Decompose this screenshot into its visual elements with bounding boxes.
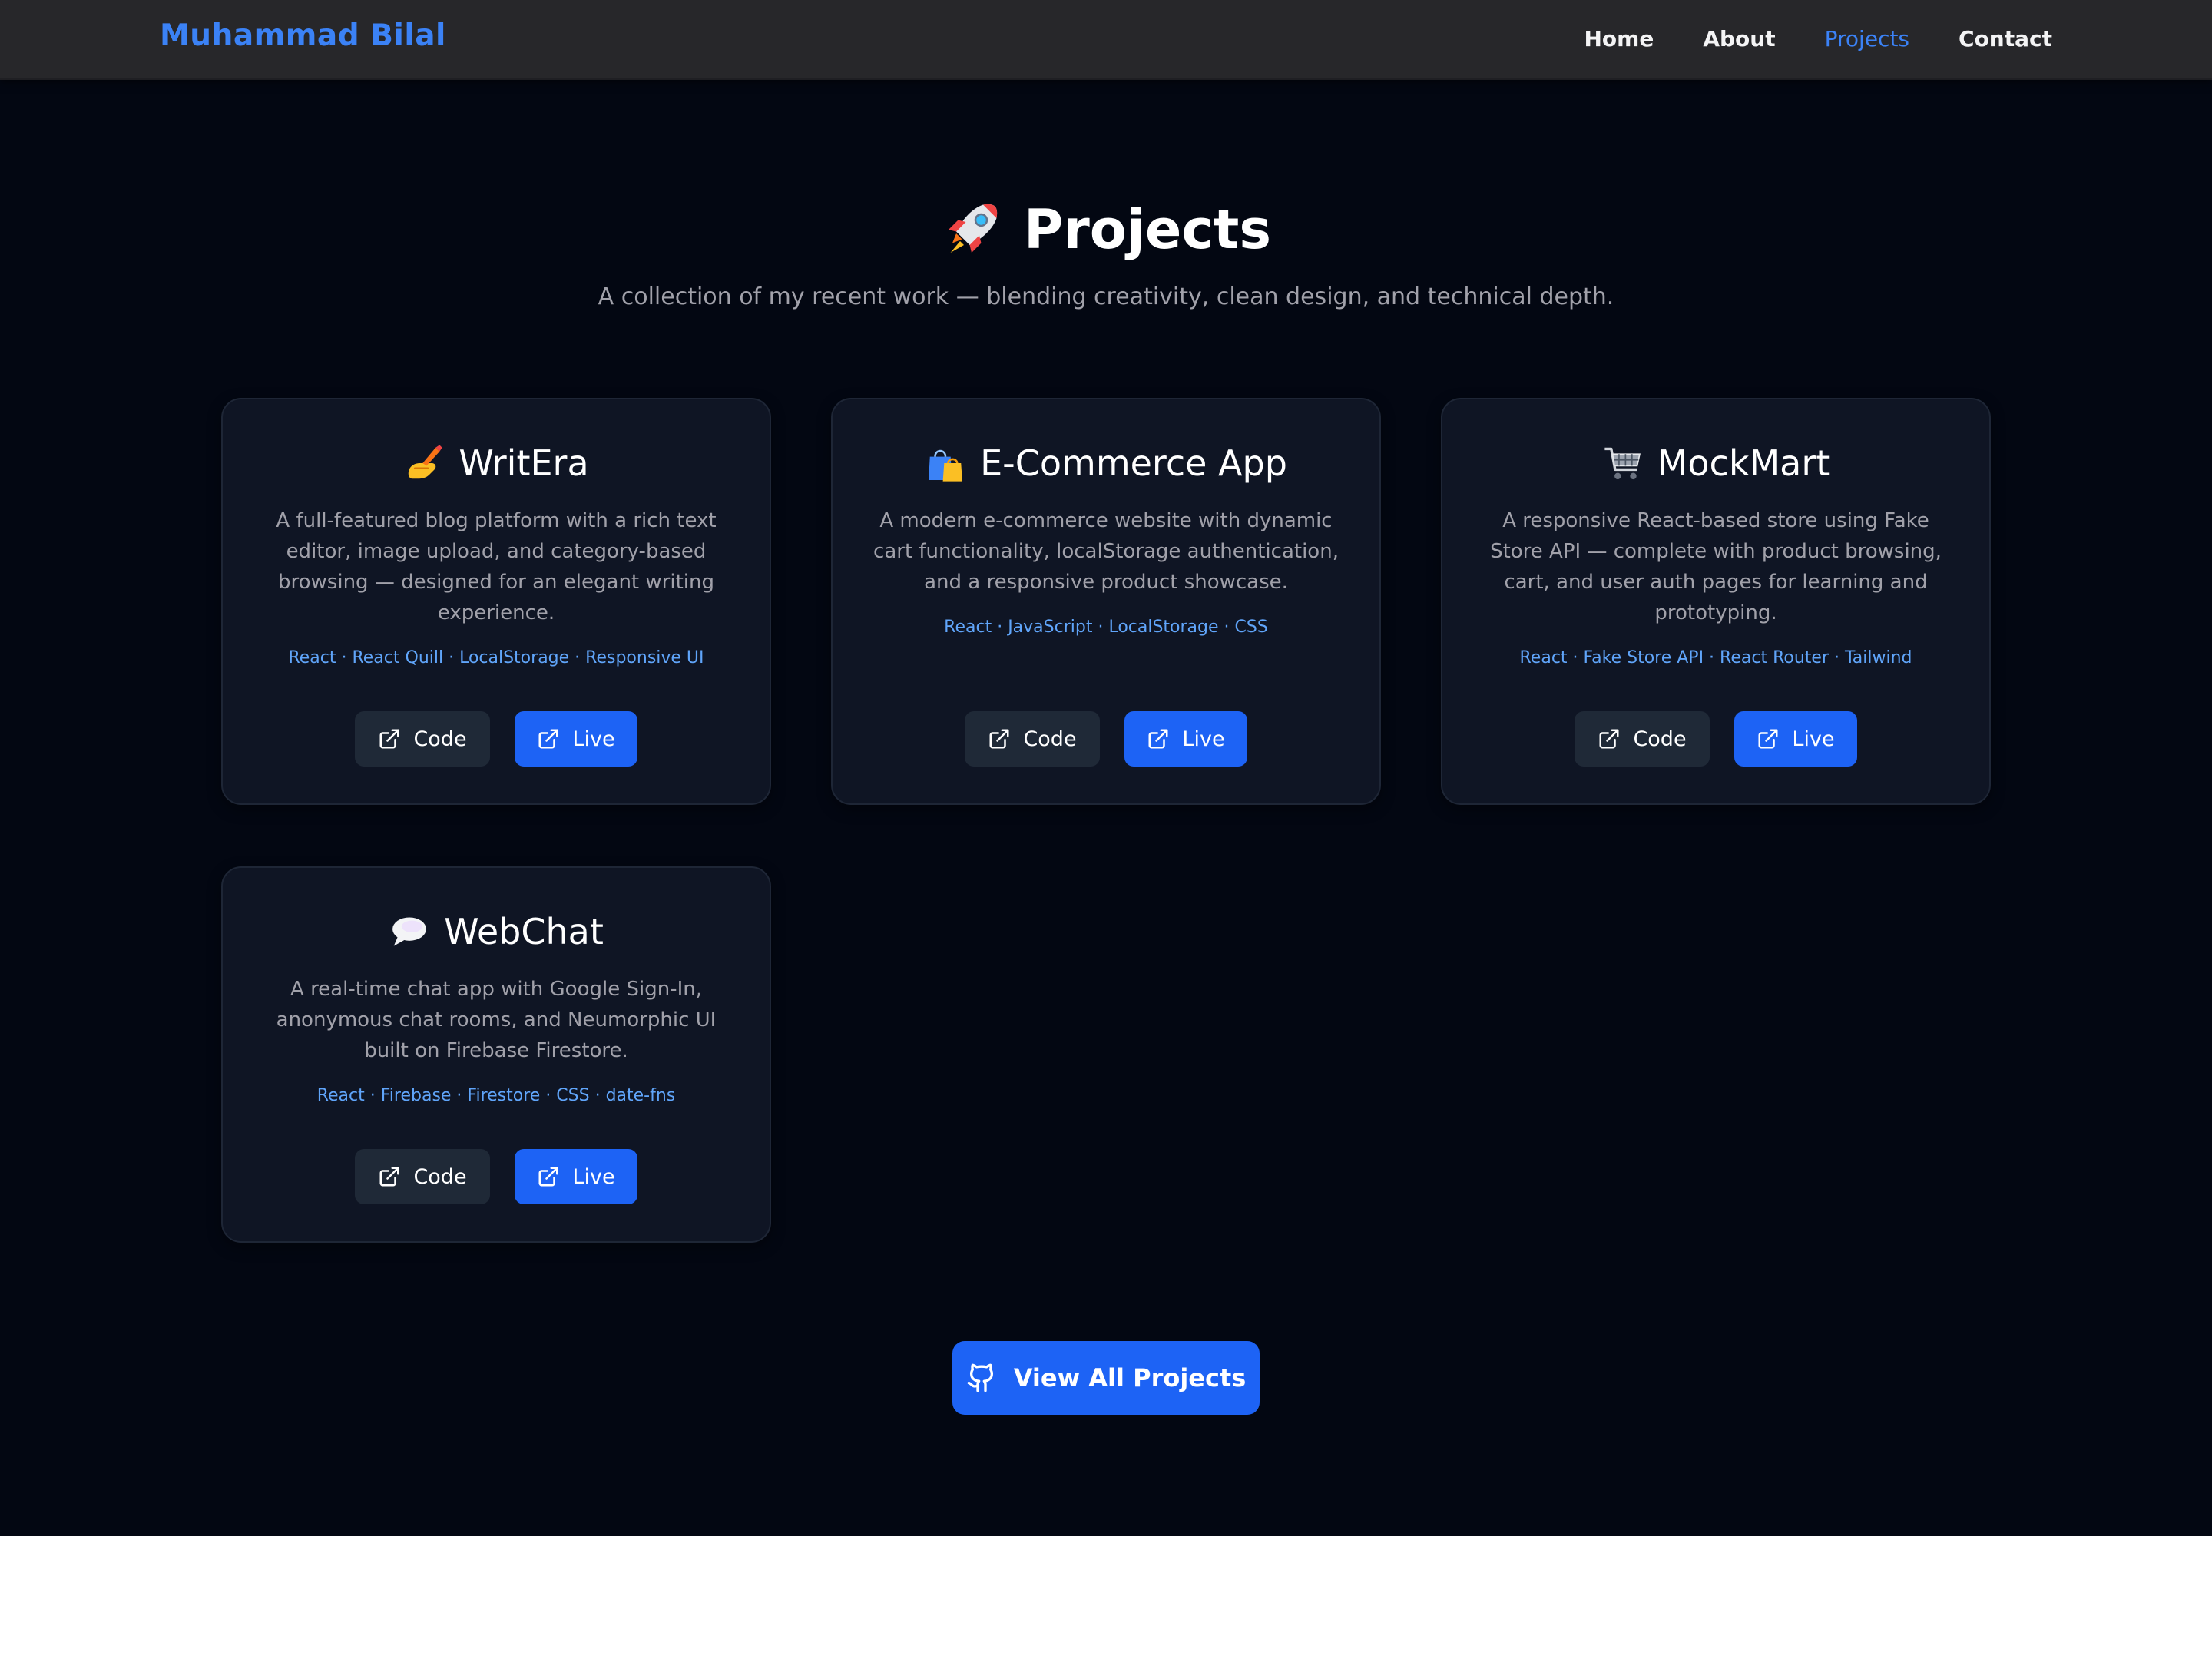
project-title-text: E-Commerce App [980, 442, 1287, 484]
code-button-label: Code [413, 1164, 467, 1189]
nav-links: Home About Projects Contact [1584, 26, 2053, 51]
speech-bubble-icon [392, 917, 427, 946]
code-button-label: Code [1023, 727, 1077, 751]
code-button-label: Code [1633, 727, 1687, 751]
project-description: A responsive React-based store using Fak… [1490, 509, 1942, 624]
project-tech-stack: React · JavaScript · LocalStorage · CSS [944, 618, 1268, 637]
project-title: E-Commerce App [833, 442, 1379, 484]
project-tech-stack: React · React Quill · LocalStorage · Res… [288, 648, 704, 667]
code-button-label: Code [413, 727, 467, 751]
section-subtitle: A collection of my recent work — blendin… [598, 283, 1614, 310]
rocket-icon [948, 204, 998, 253]
project-tech-stack: React · Firebase · Firestore · CSS · dat… [316, 1086, 676, 1105]
external-link-icon [379, 729, 399, 749]
code-button[interactable]: Code [355, 1149, 490, 1204]
github-icon [967, 1363, 993, 1392]
writing-hand-icon [409, 445, 442, 479]
live-button-label: Live [1792, 727, 1835, 751]
project-buttons: Code Live [833, 711, 1379, 767]
project-title: WritEra [223, 442, 770, 484]
navbar: Muhammad Bilal Home About Projects Conta… [0, 0, 2212, 80]
projects-heading: Projects A collection of my recent work … [0, 198, 2212, 310]
live-button[interactable]: Live [515, 711, 637, 767]
project-title-text: WritEra [459, 442, 589, 484]
project-buttons: Code Live [1442, 711, 1989, 767]
project-title: WebChat [223, 911, 770, 952]
live-button-label: Live [1182, 727, 1225, 751]
nav-link-home[interactable]: Home [1584, 26, 1654, 51]
section-title: Projects [941, 198, 1271, 261]
external-link-icon [538, 1167, 558, 1187]
view-all-projects-label: View All Projects [1013, 1363, 1247, 1392]
project-title-text: MockMart [1657, 442, 1830, 484]
project-title-text: WebChat [444, 911, 604, 952]
project-title: MockMart [1442, 442, 1989, 484]
live-button-label: Live [572, 727, 615, 751]
project-description: A modern e-commerce website with dynamic… [873, 509, 1339, 594]
shopping-bags-icon [929, 449, 963, 482]
project-card-ecommerce: E-Commerce App A modern e-commerce websi… [831, 398, 1381, 805]
project-description: A real-time chat app with Google Sign-In… [276, 978, 717, 1062]
live-button-label: Live [572, 1164, 615, 1189]
external-link-icon [989, 729, 1009, 749]
nav-link-about[interactable]: About [1703, 26, 1775, 51]
external-link-icon [538, 729, 558, 749]
project-buttons: Code Live [223, 1149, 770, 1204]
live-button[interactable]: Live [1124, 711, 1247, 767]
page: Muhammad Bilal Home About Projects Conta… [0, 0, 2212, 1536]
project-card-webchat: WebChat A real-time chat app with Google… [221, 866, 771, 1243]
code-button[interactable]: Code [355, 711, 490, 767]
external-link-icon [1148, 729, 1168, 749]
project-description: A full-featured blog platform with a ric… [276, 509, 717, 624]
section-title-text: Projects [1023, 198, 1271, 261]
live-button[interactable]: Live [1734, 711, 1857, 767]
external-link-icon [1599, 729, 1619, 749]
project-card-mockmart: MockMart A responsive React-based store … [1441, 398, 1991, 805]
external-link-icon [379, 1167, 399, 1187]
project-card-writera: WritEra A full-featured blog platform wi… [221, 398, 771, 805]
nav-link-projects[interactable]: Projects [1825, 26, 1909, 51]
project-tech-stack: React · Fake Store API · React Router · … [1519, 648, 1912, 667]
project-buttons: Code Live [223, 711, 770, 767]
code-button[interactable]: Code [965, 711, 1100, 767]
live-button[interactable]: Live [515, 1149, 637, 1204]
shopping-cart-icon [1604, 447, 1641, 480]
external-link-icon [1758, 729, 1778, 749]
code-button[interactable]: Code [1575, 711, 1710, 767]
nav-link-contact[interactable]: Contact [1959, 26, 2052, 51]
brand-logo-text[interactable]: Muhammad Bilal [160, 18, 446, 53]
view-all-projects-button[interactable]: View All Projects [952, 1341, 1260, 1415]
